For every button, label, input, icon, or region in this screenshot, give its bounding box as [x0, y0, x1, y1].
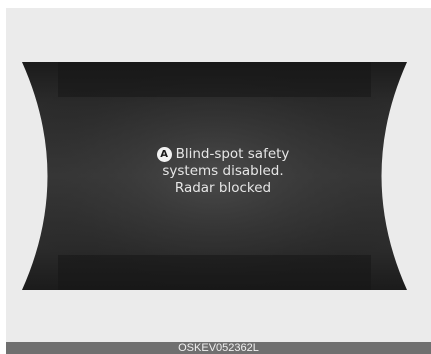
message-line-1: A Blind-spot safety: [110, 146, 336, 163]
warning-message: A Blind-spot safety systems disabled. Rad…: [110, 146, 336, 197]
top-band: [58, 62, 371, 97]
figure-code: OSKEV052362L: [6, 342, 431, 354]
bottom-band: [58, 255, 371, 290]
message-line-2: systems disabled.: [162, 163, 284, 179]
message-line-3: Radar blocked: [174, 180, 272, 196]
callout-badge: A: [156, 147, 172, 162]
